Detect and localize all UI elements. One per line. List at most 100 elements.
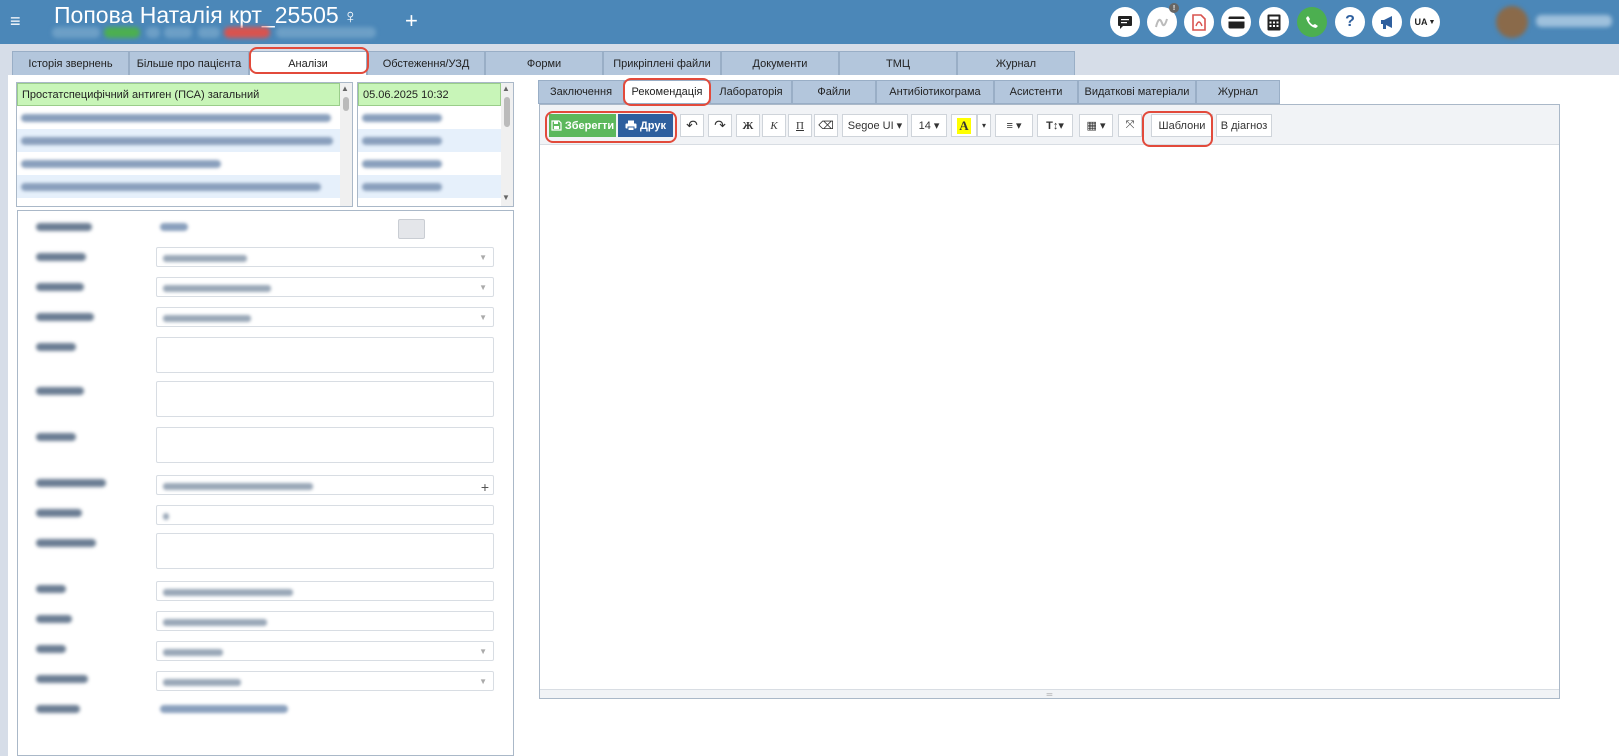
analysis-name: Простатспецифічний антиген (ПСА) загальн… <box>22 88 260 101</box>
calculator-icon[interactable] <box>398 219 425 239</box>
info-chip <box>104 27 140 38</box>
eraser-icon[interactable]: ⌫ <box>814 114 838 137</box>
field-value <box>163 679 241 686</box>
underline-button[interactable]: П <box>788 114 812 137</box>
input-field[interactable] <box>156 505 494 525</box>
textarea-field[interactable] <box>156 381 494 417</box>
tab-documents[interactable]: Документи <box>721 51 839 75</box>
phone-icon[interactable] <box>1297 7 1327 37</box>
tab-assistants[interactable]: Асистенти <box>994 80 1078 104</box>
textarea-field[interactable] <box>156 337 494 373</box>
language-selector[interactable]: UA ▼ <box>1410 7 1440 37</box>
templates-button[interactable]: Шаблони <box>1151 114 1213 137</box>
scroll-thumb[interactable] <box>504 97 510 127</box>
select-field[interactable]: ▼ <box>156 671 494 691</box>
list-item[interactable] <box>17 106 340 129</box>
field-value <box>163 649 223 656</box>
tab-forms[interactable]: Форми <box>485 51 603 75</box>
add-tab-button[interactable]: + <box>405 8 418 34</box>
tab-tmc[interactable]: ТМЦ <box>839 51 957 75</box>
tab-journal[interactable]: Журнал <box>1196 80 1280 104</box>
highlight-color-dropdown[interactable]: ▾ <box>977 114 991 137</box>
undo-icon[interactable]: ↶ <box>680 114 704 137</box>
tab-recommendation[interactable]: Рекомендація <box>624 80 710 104</box>
to-diagnosis-button[interactable]: В діагноз <box>1216 114 1272 137</box>
input-field[interactable]: + <box>156 475 494 495</box>
chevron-down-icon: ▼ <box>479 283 487 292</box>
list-item[interactable]: Простатспецифічний антиген (ПСА) загальн… <box>17 83 340 106</box>
tab-conclusion[interactable]: Заключення <box>538 80 624 104</box>
analyses-dates-list: 05.06.2025 10:32 ▲ ▼ <box>357 82 514 207</box>
italic-button[interactable]: К <box>762 114 786 137</box>
list-item[interactable] <box>17 152 340 175</box>
analysis-date: 05.06.2025 10:32 <box>363 88 449 101</box>
info-chip <box>52 27 100 38</box>
tab-journal[interactable]: Журнал <box>957 51 1075 75</box>
list-scrollbar[interactable]: ▲ <box>340 83 352 206</box>
save-button[interactable]: Зберегти <box>549 114 616 137</box>
editor-content-area[interactable] <box>540 146 1559 691</box>
patient-name: Попова Наталія крт_25505 ♀ <box>54 2 358 29</box>
redo-icon[interactable]: ↷ <box>708 114 732 137</box>
help-icon[interactable]: ? <box>1335 7 1365 37</box>
tab-examinations[interactable]: Обстеження/УЗД <box>367 51 485 75</box>
field-value <box>163 255 247 262</box>
field-value <box>163 513 169 520</box>
input-field[interactable] <box>156 611 494 631</box>
select-field[interactable]: ▼ <box>156 641 494 661</box>
list-scrollbar[interactable]: ▲ ▼ <box>501 83 513 206</box>
field-label <box>36 705 80 713</box>
tab-consumables[interactable]: Видаткові матеріали <box>1078 80 1196 104</box>
language-code: UA <box>1414 17 1428 27</box>
list-item[interactable] <box>358 175 501 198</box>
main-tabs: Історія звернень Більше про пацієнта Ана… <box>8 48 1619 75</box>
user-name[interactable] <box>1536 15 1612 27</box>
fullscreen-icon[interactable]: ⤧ <box>1118 114 1142 137</box>
print-button[interactable]: Друк <box>618 114 673 137</box>
bold-button[interactable]: Ж <box>736 114 760 137</box>
chat-icon[interactable] <box>1110 7 1140 37</box>
scroll-up-icon[interactable]: ▲ <box>502 84 510 93</box>
tab-attached-files[interactable]: Прикріплені файли <box>603 51 721 75</box>
font-family-select[interactable]: Segoe UI ▾ <box>842 114 908 137</box>
pdf-icon[interactable] <box>1184 7 1214 37</box>
announcement-icon[interactable] <box>1372 7 1402 37</box>
list-item[interactable]: 05.06.2025 10:32 <box>358 83 501 106</box>
font-size-select[interactable]: 14 ▾ <box>911 114 947 137</box>
select-field[interactable]: ▼ <box>156 307 494 327</box>
list-item[interactable] <box>358 129 501 152</box>
select-field[interactable]: ▼ <box>156 277 494 297</box>
scroll-down-icon[interactable]: ▼ <box>502 193 510 202</box>
tab-antibiogram[interactable]: Антибіотикограма <box>876 80 994 104</box>
tab-laboratory[interactable]: Лабораторія <box>710 80 792 104</box>
text-style-select[interactable]: T↕▾ <box>1037 114 1073 137</box>
menu-icon[interactable]: ≡ <box>10 11 21 32</box>
tab-more-about-patient[interactable]: Більше про пацієнта <box>129 51 249 75</box>
analysis-date <box>362 159 442 168</box>
list-item[interactable] <box>358 106 501 129</box>
list-item[interactable] <box>358 152 501 175</box>
field-label <box>36 645 66 653</box>
select-field[interactable]: ▼ <box>156 247 494 267</box>
info-chip <box>276 27 376 38</box>
list-item[interactable] <box>17 175 340 198</box>
list-item[interactable] <box>17 129 340 152</box>
tab-history[interactable]: Історія звернень <box>12 51 129 75</box>
tab-files[interactable]: Файли <box>792 80 876 104</box>
scroll-up-icon[interactable]: ▲ <box>341 84 349 93</box>
highlight-color-button[interactable]: A <box>951 114 977 137</box>
align-select[interactable]: ≡ ▾ <box>995 114 1033 137</box>
calculator-icon[interactable] <box>1259 7 1289 37</box>
tab-analyses[interactable]: Аналізи <box>249 51 367 75</box>
table-select[interactable]: ▦ ▾ <box>1079 114 1113 137</box>
add-icon[interactable]: + <box>481 479 489 495</box>
textarea-field[interactable] <box>156 533 494 569</box>
field-label <box>36 585 66 593</box>
resize-handle[interactable]: ═ <box>540 689 1559 699</box>
card-icon[interactable] <box>1221 7 1251 37</box>
input-field[interactable] <box>156 581 494 601</box>
avatar[interactable] <box>1496 6 1528 38</box>
textarea-field[interactable] <box>156 427 494 463</box>
signature-icon[interactable]: ! <box>1147 3 1179 37</box>
scroll-thumb[interactable] <box>343 97 349 111</box>
